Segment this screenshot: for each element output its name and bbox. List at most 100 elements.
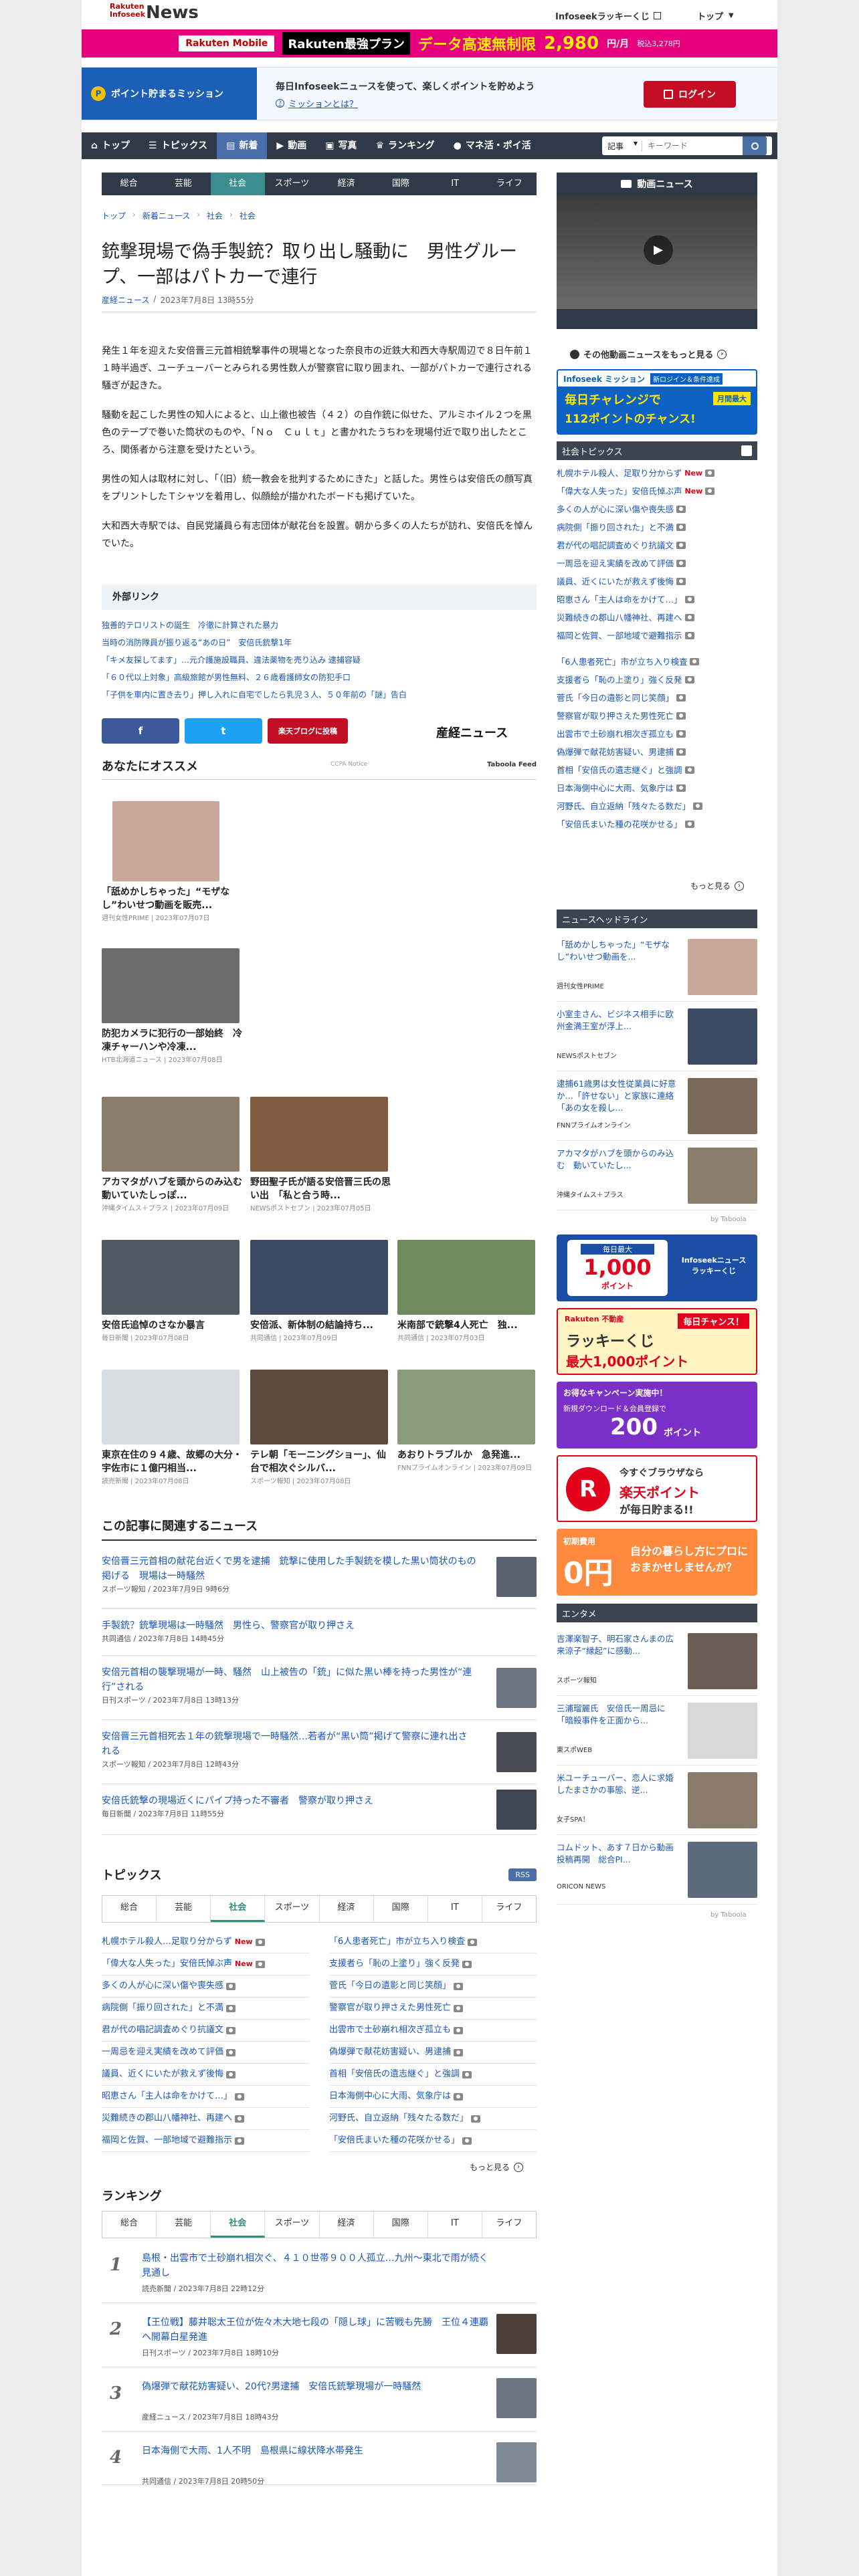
ranking-item[interactable]: 2 【王位戦】藤井聡太王位が佐々木大地七段の「隠し球」に苦戦も先勝 王位４連覇へ開… <box>102 2303 537 2367</box>
taboola-credit[interactable]: by Taboola <box>710 1911 747 1919</box>
lucky-kuji-link[interactable]: Infoseekラッキーくじ <box>555 9 661 22</box>
topic-link[interactable]: 議員、近くにいたが救えず後悔 <box>102 2064 309 2086</box>
topic-link[interactable]: 首相「安倍氏の遺志継ぐ」と強調 <box>329 2064 537 2086</box>
related-item[interactable]: 手製銃？銃撃現場は一時騒然 男性ら、警察官が取り押さえ 共同通信 / 2023年… <box>102 1609 537 1656</box>
ccpa-notice[interactable]: CCPA Notice <box>330 761 367 768</box>
topic-link[interactable]: 支援者ら「恥の上塗り」強く反発 <box>329 1953 537 1975</box>
ranking-item[interactable]: 4 日本海側で大雨、1人不明 島根県に線状降水帯発生 共同通信 / 2023年7月8… <box>102 2432 537 2486</box>
login-button[interactable]: ログイン <box>644 81 736 108</box>
topic-link[interactable]: 日本海側中心に大雨、気象庁は <box>329 2086 537 2108</box>
side-topic-link[interactable]: 一周忌を迎え実績を改めて評価 <box>557 554 757 572</box>
logo-news[interactable]: News <box>146 3 199 23</box>
topic-link[interactable]: 福岡と佐賀、一部地域で避難指示 <box>102 2130 309 2152</box>
breadcrumb-top[interactable]: トップ <box>102 210 126 221</box>
ranking-tab[interactable]: スポーツ <box>265 2212 320 2238</box>
ranking-tab[interactable]: 総合 <box>102 2212 157 2238</box>
article-source[interactable]: 産経ニュース <box>102 294 149 306</box>
side-topic-link[interactable]: 「安倍氏まいた種の花咲かせる」 <box>557 815 757 833</box>
topic-link[interactable]: 「6人患者死亡」市が立ち入り検査 <box>329 1931 537 1953</box>
search-input[interactable] <box>642 137 743 154</box>
ranking-tab[interactable]: IT <box>428 2212 482 2238</box>
related-item[interactable]: 安倍晋三元首相死去１年の銃撃現場で一時騒然…若者が“黒い筒”掲げて警察に連れ出さ… <box>102 1720 537 1784</box>
side-topic-link[interactable]: 議員、近くにいたが救えず後悔 <box>557 572 757 591</box>
subnav-life[interactable]: ライフ <box>482 173 537 195</box>
side-news-item[interactable]: 三浦瑠麗氏 安倍氏一周忌に「暗殺事件を正面から... 東スポWEB <box>557 1696 757 1765</box>
topics-more-link[interactable]: もっと見る › <box>470 2161 524 2173</box>
topic-link[interactable]: 君が代の唱記調査めぐり抗議文 <box>102 2020 309 2042</box>
topic-link[interactable]: 札幌ホテル殺人…足取り分からず New <box>102 1931 309 1953</box>
external-link[interactable]: 独善的テロリストの誕生 冷徹に計算された暴力 <box>102 617 537 634</box>
side-topic-link[interactable]: 君が代の唱記調査めぐり抗議文 <box>557 536 757 554</box>
side-topic-link[interactable]: 偽爆弾で献花妨害疑い、男逮捕 <box>557 743 757 761</box>
rakuten-viber-ad[interactable]: お得なキャンペーン実施中！ 新規ダウンロード＆会員登録で 200 ポイント <box>557 1382 757 1448</box>
infoseek-mission-banner[interactable]: Infoseek ミッション 新ロジイン＆条件達成 毎日チャレンジで 月間最大 … <box>557 369 757 435</box>
nav-topics[interactable]: ☰ トピックス <box>139 132 217 159</box>
topic-link[interactable]: 一周忌を迎え実績を改めて評価 <box>102 2042 309 2064</box>
side-topic-link[interactable]: 昭恵さん「主人は命をかけて…」 <box>557 591 757 609</box>
top-link[interactable]: トップ ▼ <box>697 9 734 22</box>
related-item[interactable]: 安倍晋三元首相の献花台近くで男を逮捕 銃撃に使用した手製銃を模した黒い筒状のもの… <box>102 1545 537 1609</box>
mission-pill[interactable]: P ポイント貯まるミッション <box>82 68 257 120</box>
topic-link[interactable]: 昭恵さん「主人は命をかけて…」 <box>102 2086 309 2108</box>
topic-link[interactable]: 警察官が取り押さえた男性死亡 <box>329 1998 537 2020</box>
subnav-keizai[interactable]: 経済 <box>319 173 373 195</box>
rss-icon[interactable] <box>741 445 752 456</box>
side-topic-link[interactable]: 警察官が取り押さえた男性死亡 <box>557 707 757 725</box>
external-link[interactable]: 「子供を車内に置き去り」押し入れに自宅でしたら乳児３人、５０年前の「謎」告白 <box>102 686 537 704</box>
topics-tab-active[interactable]: 社会 <box>211 1896 266 1922</box>
reco-card[interactable]: あおりトラブルか 急発進... FNNプライムオンライン | 2023年07月0… <box>397 1370 538 1472</box>
reco-card[interactable]: 防犯カメラに犯行の一部始終 冷凍チャーハンや冷凍... HTB北海道ニュース |… <box>102 948 242 1064</box>
search-button[interactable] <box>743 136 767 155</box>
twitter-share-button[interactable]: t <box>185 718 262 744</box>
topics-tab[interactable]: 経済 <box>320 1896 374 1922</box>
reco-card[interactable]: アカマタがハブを頭からのみ込む 動いていたしっぽ... 沖縄タイムス＋プラス |… <box>102 1097 252 1212</box>
taboola-feed[interactable]: Taboola Feed <box>487 761 537 768</box>
ranking-tab[interactable]: ライフ <box>482 2212 536 2238</box>
nav-photo[interactable]: ▣ 写真 <box>316 132 366 159</box>
nav-money[interactable]: ● マネ活・ポイ活 <box>444 132 541 159</box>
side-news-item[interactable]: 逮捕61歳男は女性従業員に好意か…「許せない」と家族に連絡「あの女を殺し... F… <box>557 1071 757 1141</box>
nav-ranking[interactable]: ♛ ランキング <box>366 132 444 159</box>
reco-card[interactable]: 安倍氏追悼のさなか暴言 毎日新聞 | 2023年07月08日 <box>102 1240 242 1342</box>
rakuten-mobile-banner[interactable]: Rakuten Mobile Rakuten最強プラン データ高速無制限 2,9… <box>82 29 777 58</box>
home-service-ad[interactable]: 初期費用 0円 自分の暮らし方にプロにおまかせしませんか？ <box>557 1529 757 1596</box>
side-news-item[interactable]: コムドット、あす７日から動画投稿再開 総合PI... ORICON NEWS <box>557 1835 757 1905</box>
side-topic-link[interactable]: 河野氏、自立返納「残々たる数だ」 <box>557 797 757 815</box>
reco-card[interactable]: 野田聖子氏が語る安倍晋三氏の思い出 「私と合う時... NEWSポストセブン |… <box>250 1097 391 1212</box>
side-topic-link[interactable]: 多くの人が心に深い傷や喪失感 <box>557 500 757 518</box>
reco-card[interactable]: 東京在住の９４歳、故郷の大分・宇佐市に１億円相当... 読売新聞 | 2023年… <box>102 1370 242 1485</box>
topic-link[interactable]: 「安倍氏まいた種の花咲かせる」 <box>329 2130 537 2152</box>
subnav-sports[interactable]: スポーツ <box>265 173 319 195</box>
rakuten-browser-ad[interactable]: R 今すぐブラウザなら 楽天ポイント が毎日貯まる!! <box>557 1455 757 1522</box>
facebook-share-button[interactable]: f <box>102 718 179 744</box>
side-news-item[interactable]: アカマタがハブを頭からのみ込む 動いていたし... 沖縄タイムス＋プラス <box>557 1141 757 1210</box>
side-topic-link[interactable]: 首相「安倍氏の遺志継ぐ」と強調 <box>557 761 757 779</box>
topics-tab[interactable]: IT <box>428 1896 482 1922</box>
mission-about-link[interactable]: ? ミッションとは？ <box>276 97 358 110</box>
reco-card[interactable]: 安倍派、新体制の結論持ち... 共同通信 | 2023年07月09日 <box>250 1240 391 1342</box>
side-topic-link[interactable]: 「6人患者死亡」市が立ち入り検査 <box>557 653 757 671</box>
side-topic-link[interactable]: 災難続きの郡山八幡神社、再建へ <box>557 609 757 627</box>
subnav-kokusai[interactable]: 国際 <box>373 173 427 195</box>
play-icon[interactable]: ▶ <box>644 235 673 265</box>
side-news-item[interactable]: 「舐めかしちゃった」“モザなし”わいせつ動画を... 週刊女性PRIME <box>557 932 757 1002</box>
related-item[interactable]: 安倍氏銃撃の現場近くにパイプ持った不審者 警察が取り押さえ 毎日新聞 / 202… <box>102 1784 537 1835</box>
side-topic-link[interactable]: 菅氏「今日の遺影と同じ笑顔」 <box>557 689 757 707</box>
breadcrumb-new[interactable]: 新着ニュース <box>142 210 190 221</box>
subnav-it[interactable]: IT <box>428 173 482 195</box>
nav-new[interactable]: ▤ 新着 <box>217 132 268 159</box>
nav-top[interactable]: ⌂ トップ <box>82 132 139 159</box>
side-topic-link[interactable]: 日本海側中心に大雨、気象庁は <box>557 779 757 797</box>
topics-tab[interactable]: 総合 <box>102 1896 157 1922</box>
ranking-item[interactable]: 3 偽爆弾で献花妨害疑い、20代?男逮捕 安倍氏銃撃現場が一時騒然 産経ニュース /… <box>102 2367 537 2432</box>
topic-link[interactable]: 河野氏、自立返納「残々たる数だ」 <box>329 2108 537 2130</box>
external-link[interactable]: 「キメ友探してます」…元介護施設職員、違法薬物を売り込み 逮捕容疑 <box>102 651 537 669</box>
side-news-item[interactable]: 吉澤楽智子、明石家さんまの広来涼子“縁起”に感動... スポーツ報知 <box>557 1626 757 1696</box>
reco-card[interactable]: 米南部で銃撃4人死亡 独... 共同通信 | 2023年07月03日 <box>397 1240 538 1342</box>
search-select[interactable]: 記事 ▼ <box>602 140 642 152</box>
related-item[interactable]: 安倍元首相の襲撃現場が一時、騒然 山上被告の「銃」に似た黒い棒を持った男性が“連… <box>102 1656 537 1720</box>
side-topic-link[interactable]: 支援者ら「恥の上塗り」強く反発 <box>557 671 757 689</box>
topics-tab[interactable]: 芸能 <box>157 1896 211 1922</box>
site-logo[interactable]: Rakuten Infoseek <box>110 3 145 19</box>
side-topic-link[interactable]: 札幌ホテル殺人、足取り分からず New <box>557 464 757 482</box>
